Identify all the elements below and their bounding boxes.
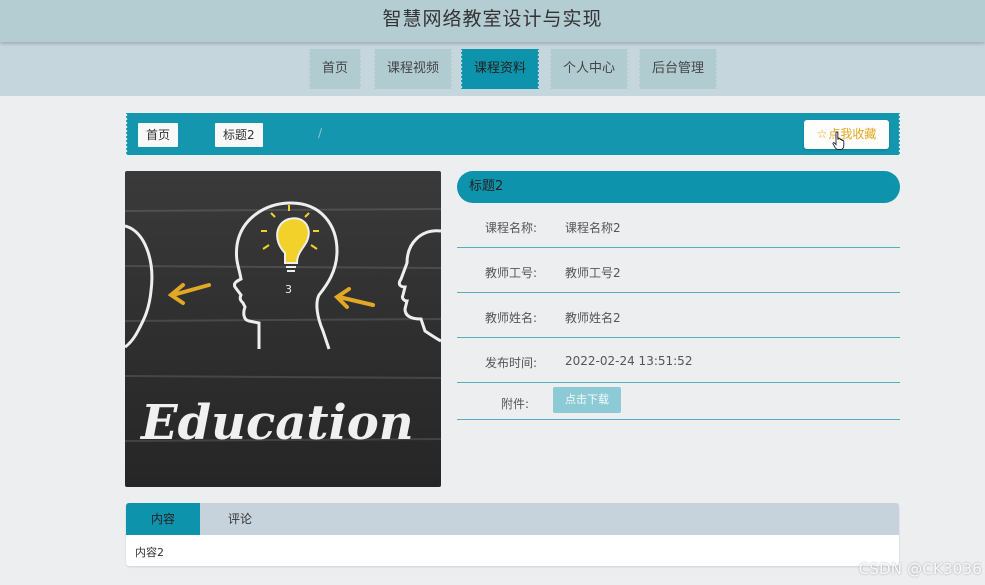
nav-bar: 首页 课程视频 课程资料 个人中心 后台管理: [0, 42, 985, 96]
tab-comments[interactable]: 评论: [226, 503, 254, 535]
tab-content[interactable]: 内容: [126, 503, 200, 535]
detail-label: 课程名称:: [484, 221, 537, 235]
nav-item-home[interactable]: 首页: [306, 49, 364, 89]
detail-label: 附件:: [500, 397, 529, 411]
nav-item-admin[interactable]: 后台管理: [636, 49, 720, 89]
detail-label: 教师工号:: [484, 266, 537, 280]
detail-row-attachment: 附件: 点击下载: [457, 383, 900, 420]
detail-row-teacher-id: 教师工号: 教师工号2: [457, 248, 900, 293]
nav-item-course-videos[interactable]: 课程视频: [371, 49, 455, 89]
breadcrumb-home[interactable]: 首页: [138, 123, 179, 147]
nav-item-course-materials[interactable]: 课程资料: [458, 49, 542, 89]
hand-cursor-icon: [832, 131, 845, 150]
course-image: 3 Education: [125, 171, 441, 487]
detail-panel: 标题2 课程名称: 课程名称2 教师工号: 教师工号2 教师姓名: 教师姓名2 …: [457, 171, 900, 420]
top-header: 智慧网络教室设计与实现: [0, 0, 985, 42]
detail-value: 教师姓名2: [565, 311, 621, 325]
download-button[interactable]: 点击下载: [553, 387, 621, 413]
site-title: 智慧网络教室设计与实现: [382, 8, 603, 30]
star-icon: ☆: [816, 127, 828, 141]
breadcrumb-separator: /: [318, 126, 323, 140]
image-caption: Education: [139, 395, 414, 451]
detail-row-publish-time: 发布时间: 2022-02-24 13:51:52: [457, 338, 900, 383]
detail-value: 2022-02-24 13:51:52: [565, 354, 693, 368]
detail-value: 教师工号2: [565, 266, 621, 280]
nav-item-personal-center[interactable]: 个人中心: [547, 49, 631, 89]
breadcrumb-current: 标题2: [215, 123, 263, 147]
tab-strip: 内容 评论: [126, 503, 899, 535]
svg-text:3: 3: [285, 283, 292, 296]
detail-row-course-name: 课程名称: 课程名称2: [457, 203, 900, 248]
favorite-button[interactable]: ☆点我收藏: [804, 120, 889, 149]
breadcrumb: 首页 / 标题2 ☆点我收藏: [124, 113, 902, 155]
detail-label: 教师姓名:: [484, 311, 537, 325]
watermark: CSDN @CK3036: [858, 560, 982, 578]
detail-label: 发布时间:: [484, 356, 537, 370]
detail-title: 标题2: [457, 171, 900, 203]
tabs-panel: 内容 评论 内容2: [126, 503, 899, 566]
detail-row-teacher-name: 教师姓名: 教师姓名2: [457, 293, 900, 338]
detail-value: 课程名称2: [565, 221, 621, 235]
tab-body: 内容2: [135, 546, 164, 559]
